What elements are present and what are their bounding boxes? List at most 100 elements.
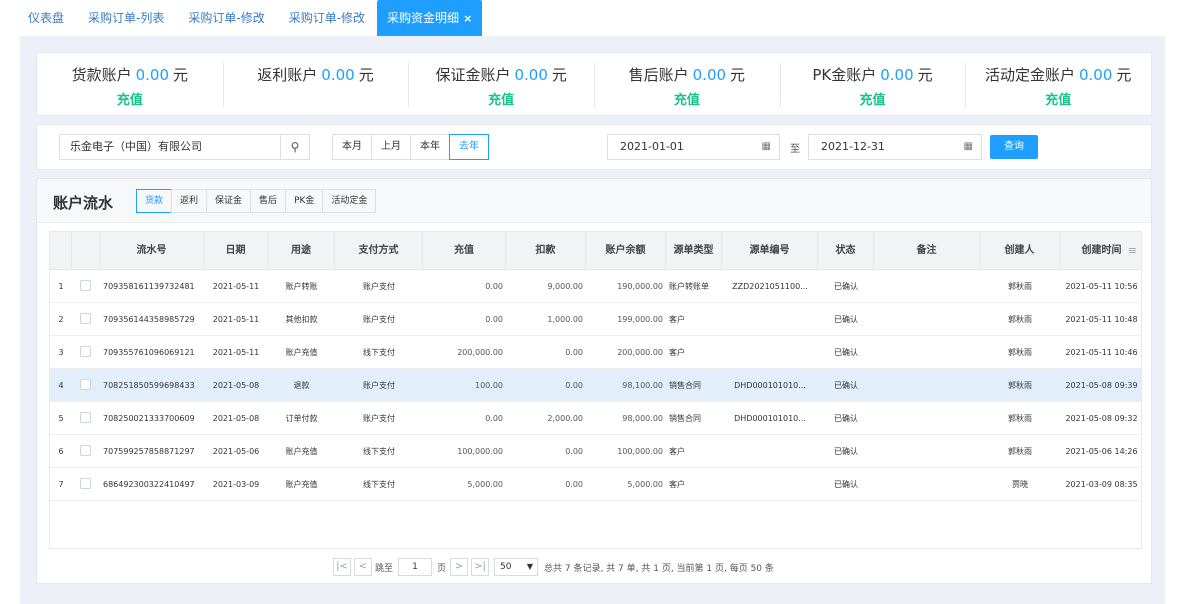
cell-purpose: 账户充值: [285, 447, 318, 456]
cell-src-no: [722, 303, 818, 336]
calendar-icon[interactable]: ▦: [762, 135, 771, 159]
column-header[interactable]: 用途: [268, 232, 335, 270]
start-date-input[interactable]: 2021-01-01 ▦: [607, 134, 780, 160]
table-row[interactable]: 3 709355761096069121 2021-05-11 账户充值 线下支付 200…: [50, 336, 1141, 369]
account-amount: 0.00: [135, 66, 170, 84]
flow-table: 流水号 日期 用途 支付方式 充值 扣款 账户余额 源单类型 源单编号 状态 备注 创建人 创建时间 ≡ …: [49, 231, 1142, 549]
column-header[interactable]: [72, 232, 100, 270]
cell-purpose: 账户充值: [285, 480, 318, 489]
column-header[interactable]: 账户余额: [586, 232, 666, 270]
table-row[interactable]: 7 686492300322410497 2021-03-09 账户充值 线下支付 5,0…: [50, 468, 1141, 501]
cell-deduct: 9,000.00: [547, 282, 583, 291]
row-checkbox[interactable]: [80, 478, 91, 489]
account-name: 活动定金账户: [984, 66, 1075, 84]
account-unit: 元: [551, 66, 567, 84]
first-page-button[interactable]: |<: [333, 558, 351, 576]
column-header[interactable]: 源单类型: [666, 232, 722, 270]
recharge-link[interactable]: 充值: [965, 89, 1151, 108]
cell-creator: 贾晓: [1012, 480, 1028, 489]
calendar-icon[interactable]: ▦: [964, 135, 973, 159]
tab-label: 采购订单-列表: [88, 11, 165, 25]
cell-src-type: 销售合同: [669, 414, 701, 423]
cell-creator: 郭秋雨: [1008, 447, 1032, 456]
column-header[interactable]: 流水号: [100, 232, 204, 270]
table-row[interactable]: 1 709358161139732481 2021-05-11 账户转账 账户支付 0.0…: [50, 270, 1141, 303]
cell-status: 已确认: [834, 381, 858, 390]
row-checkbox[interactable]: [80, 445, 91, 456]
last-page-button[interactable]: >|: [471, 558, 490, 576]
query-button[interactable]: 查询: [990, 135, 1038, 159]
column-menu-icon[interactable]: ≡: [1128, 244, 1137, 257]
column-header[interactable]: 日期: [204, 232, 268, 270]
tab-3[interactable]: 采购订单-修改: [176, 0, 276, 36]
search-icon[interactable]: ⚲: [280, 134, 310, 160]
column-header[interactable]: 创建人: [980, 232, 1060, 270]
prev-page-button[interactable]: <: [354, 558, 372, 576]
cell-src-type: 客户: [669, 315, 685, 324]
cell-purpose: 退款: [293, 381, 310, 390]
tab-label: 采购订单-修改: [288, 11, 366, 25]
recharge-link[interactable]: 充值: [408, 89, 594, 108]
cell-recharge: 5,000.00: [467, 480, 503, 489]
cell-balance: 98,000.00: [622, 414, 663, 423]
account-summary: 货款账户 0.00 元充值 返利账户 0.00 元保证金账户 0.00 元充值 售后账户 0.00…: [36, 52, 1152, 116]
tab-1[interactable]: 仪表盘: [16, 0, 76, 36]
cell-created: 2021-05-11 10:46: [1065, 348, 1138, 357]
account-card: 返利账户 0.00 元: [222, 53, 409, 115]
cell-balance: 190,000.00: [617, 282, 663, 291]
table-row[interactable]: 4 708251850599698433 2021-05-08 退款 账户支付 100.0…: [50, 369, 1141, 402]
row-checkbox[interactable]: [80, 412, 91, 423]
table-row[interactable]: 5 708250021333700609 2021-05-08 订单付款 账户支付 0.0…: [50, 402, 1141, 435]
account-type-tab[interactable]: 售后: [250, 189, 287, 213]
tab-4[interactable]: 采购订单-修改: [277, 0, 377, 36]
company-input[interactable]: 乐金电子（中国）有限公司: [59, 134, 281, 160]
account-type-tab[interactable]: 返利: [171, 189, 208, 213]
tab-2[interactable]: 采购订单-列表: [76, 0, 176, 36]
cell-idx: 4: [58, 381, 64, 390]
column-header[interactable]: 状态: [818, 232, 874, 270]
table-row[interactable]: 6 707599257858871297 2021-05-06 账户充值 线下支付 100…: [50, 435, 1141, 468]
column-header[interactable]: 支付方式: [335, 232, 423, 270]
cell-date: 2021-05-08: [212, 381, 260, 390]
table-header: 流水号 日期 用途 支付方式 充值 扣款 账户余额 源单类型 源单编号 状态 备注 创建人 创建时间 ≡: [50, 232, 1141, 270]
row-checkbox[interactable]: [80, 346, 91, 357]
cell-serial: 709355761096069121: [103, 348, 195, 357]
column-header[interactable]: 源单编号: [722, 232, 818, 270]
account-type-tab[interactable]: 活动定金: [322, 189, 377, 213]
period-button[interactable]: 本年: [410, 134, 450, 160]
page-unit: 页: [437, 563, 447, 574]
period-button[interactable]: 上月: [371, 134, 411, 160]
period-group: 本月 上月 本年 去年: [332, 134, 489, 160]
next-page-button[interactable]: >: [450, 558, 469, 576]
account-amount: 0.00: [880, 66, 914, 84]
account-type-tab[interactable]: PK金: [285, 189, 324, 213]
end-date-input[interactable]: 2021-12-31 ▦: [808, 134, 982, 160]
tab-5[interactable]: 采购资金明细 ×: [377, 0, 483, 36]
row-checkbox[interactable]: [80, 280, 91, 291]
cell-recharge: 0.00: [485, 414, 503, 423]
cell-idx: 7: [58, 480, 64, 489]
page-size-select[interactable]: 50 ▼: [494, 558, 539, 576]
cell-pay: 账户支付: [363, 315, 395, 324]
account-card: 售后账户 0.00 元充值: [594, 53, 780, 115]
cell-src-no: ZZD2021051100...: [732, 282, 808, 291]
column-header[interactable]: 备注: [874, 232, 980, 270]
row-checkbox[interactable]: [80, 379, 91, 390]
recharge-link[interactable]: 充值: [37, 89, 223, 108]
table-row[interactable]: 2 709356144358985729 2021-05-11 其他扣款 账户支付 0.0…: [50, 303, 1141, 336]
column-header[interactable]: 扣款: [506, 232, 586, 270]
account-name: PK金账户: [812, 66, 877, 84]
period-button[interactable]: 去年: [449, 134, 489, 160]
recharge-link[interactable]: 充值: [780, 89, 966, 108]
recharge-link[interactable]: 充值: [594, 89, 780, 108]
column-header[interactable]: [50, 232, 72, 270]
row-checkbox[interactable]: [80, 313, 91, 324]
account-type-tab[interactable]: 保证金: [206, 189, 252, 213]
tab-label: 仪表盘: [28, 11, 65, 25]
page-input[interactable]: 1: [398, 558, 433, 576]
close-icon[interactable]: ×: [463, 12, 472, 25]
account-type-tab[interactable]: 货款: [136, 189, 173, 213]
column-header[interactable]: 充值: [423, 232, 506, 270]
period-button[interactable]: 本月: [332, 134, 372, 160]
cell-creator: 郭秋雨: [1008, 315, 1032, 324]
